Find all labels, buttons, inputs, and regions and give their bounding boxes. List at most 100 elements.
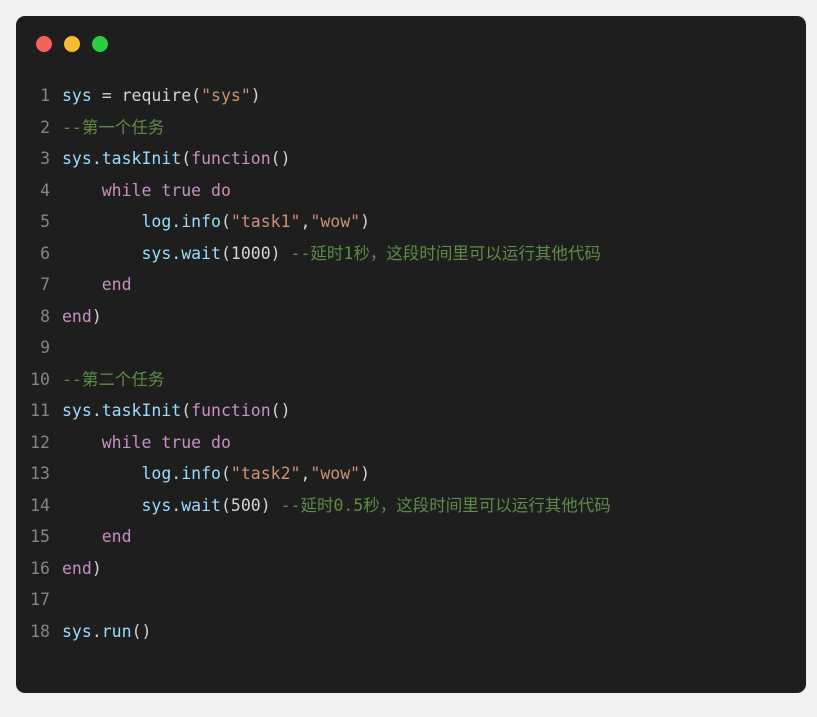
code-line-text: --第二个任务 [62, 364, 164, 396]
code-token: "wow" [310, 464, 361, 483]
code-token: . [171, 243, 182, 263]
code-editor-area[interactable]: 1 sys = require("sys") 2 --第一个任务 3 sys.taskIn… [16, 72, 806, 647]
code-line[interactable]: 12 while true do [16, 427, 806, 459]
code-token: taskInit [101, 401, 182, 420]
code-line[interactable]: 11 sys.taskInit(function() [16, 395, 806, 427]
code-line[interactable]: 9 [16, 332, 806, 364]
code-line-text: end [62, 521, 132, 553]
line-number: 4 [40, 180, 50, 200]
code-token: run [101, 621, 132, 641]
line-number: 11 [30, 401, 50, 420]
code-token: function [191, 401, 271, 420]
code-line[interactable]: 8 end) [16, 301, 806, 333]
code-token: --第二个任务 [62, 369, 165, 389]
code-line-text: log.info("task1","wow") [62, 206, 370, 238]
code-line[interactable]: 7 end [16, 269, 806, 301]
code-token: ) [91, 558, 102, 578]
line-number: 3 [40, 149, 50, 168]
close-window-icon[interactable] [36, 36, 52, 52]
code-token: ( [191, 86, 202, 105]
code-token: ( [220, 212, 231, 231]
code-token: ) [360, 212, 371, 231]
line-number: 5 [40, 212, 50, 231]
code-line[interactable]: 1 sys = require("sys") [16, 80, 806, 112]
code-token: . [171, 464, 182, 483]
line-number: 18 [30, 621, 50, 641]
code-line-text: while true do [62, 175, 231, 207]
code-token: ( [181, 401, 192, 420]
line-number: 12 [30, 432, 50, 452]
code-line[interactable]: 2 --第一个任务 [16, 112, 806, 144]
code-line[interactable]: 17 [16, 584, 806, 616]
code-line[interactable]: 3 sys.taskInit(function() [16, 143, 806, 175]
code-token: . [91, 149, 102, 168]
code-token: end [62, 558, 92, 578]
code-token: ( [220, 243, 231, 263]
code-line-text: end [62, 269, 132, 301]
code-token: 1000 [230, 243, 271, 263]
code-line-text: sys.taskInit(function() [62, 395, 291, 427]
code-line[interactable]: 13 log.info("task2","wow") [16, 458, 806, 490]
code-token: log [141, 212, 172, 231]
line-number: 1 [40, 86, 50, 105]
minimize-window-icon[interactable] [64, 36, 80, 52]
code-token: = [91, 86, 122, 105]
code-token: . [171, 495, 182, 515]
code-line[interactable]: 4 while true do [16, 175, 806, 207]
code-token: wait [181, 495, 221, 515]
code-token: "sys" [201, 86, 251, 105]
window-titlebar [16, 16, 806, 72]
code-token: ) [250, 86, 261, 105]
code-token: info [181, 212, 221, 231]
code-token: , [300, 464, 311, 483]
code-line-text: sys.wait(1000) --延时1秒，这段时间里可以运行其他代码 [62, 238, 601, 270]
code-line-text: sys.wait(500) --延时0.5秒，这段时间里可以运行其他代码 [62, 490, 610, 522]
code-token: end [101, 527, 132, 546]
code-line[interactable]: 15 end [16, 521, 806, 553]
code-token: ( [220, 495, 231, 515]
code-token: wait [181, 243, 221, 263]
code-token: sys [141, 243, 172, 263]
code-token: while true do [101, 432, 231, 452]
code-line-text: end) [62, 553, 102, 585]
code-token: ( [220, 464, 231, 483]
line-number: 15 [30, 527, 50, 546]
code-line-text: sys.run() [62, 616, 151, 648]
code-token: "wow" [310, 212, 361, 231]
line-number: 7 [40, 275, 50, 294]
code-line[interactable]: 6 sys.wait(1000) --延时1秒，这段时间里可以运行其他代码 [16, 238, 806, 270]
code-token: sys [62, 401, 92, 420]
code-token: taskInit [101, 149, 182, 168]
code-token: . [171, 212, 182, 231]
code-line[interactable]: 16 end) [16, 553, 806, 585]
maximize-window-icon[interactable] [92, 36, 108, 52]
page-root: 1 sys = require("sys") 2 --第一个任务 3 sys.taskIn… [0, 0, 817, 717]
code-line[interactable]: 5 log.info("task1","wow") [16, 206, 806, 238]
code-line[interactable]: 14 sys.wait(500) --延时0.5秒，这段时间里可以运行其他代码 [16, 490, 806, 522]
code-token: info [181, 464, 221, 483]
code-line[interactable]: 10 --第二个任务 [16, 364, 806, 396]
code-line-text: while true do [62, 427, 231, 459]
code-token: log [141, 464, 172, 483]
line-number: 10 [30, 369, 50, 389]
code-line-text: sys = require("sys") [62, 80, 261, 112]
line-number: 6 [40, 243, 50, 263]
line-number: 16 [30, 558, 50, 578]
line-number: 17 [30, 590, 50, 609]
code-token: ) [270, 243, 291, 263]
code-line-text: end) [62, 301, 102, 333]
code-token: , [300, 212, 311, 231]
code-token: () [270, 149, 291, 168]
code-token: ( [181, 149, 192, 168]
code-token: "task1" [230, 212, 301, 231]
code-line[interactable]: 18 sys.run() [16, 616, 806, 648]
code-token: ) [91, 306, 102, 326]
code-token: . [91, 401, 102, 420]
code-token: --延时1秒，这段时间里可以运行其他代码 [290, 243, 601, 263]
